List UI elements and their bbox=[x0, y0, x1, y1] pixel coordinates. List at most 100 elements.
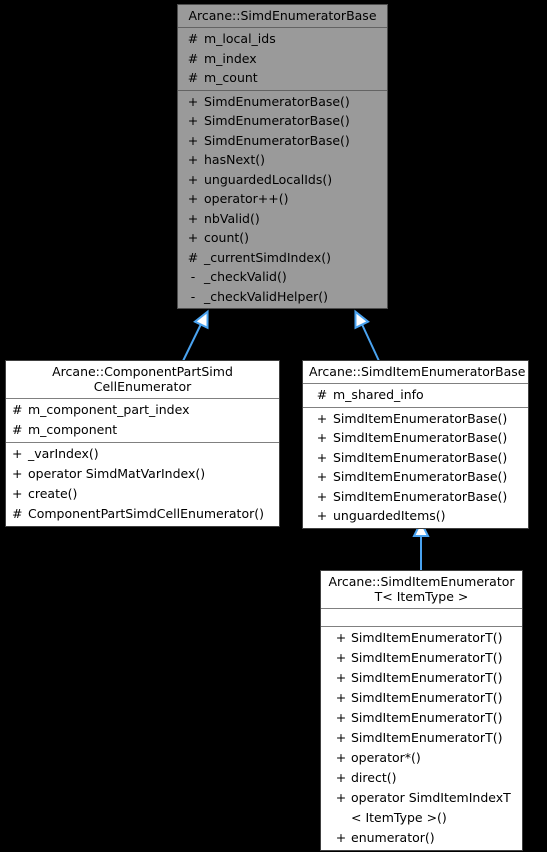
visibility-marker: + bbox=[335, 730, 347, 745]
attribute-name: m_shared_info bbox=[333, 387, 424, 402]
operation-row[interactable]: + operator SimdMatVarIndex() bbox=[6, 464, 279, 484]
visibility-marker: + bbox=[335, 790, 347, 805]
attribute-name: m_index bbox=[204, 50, 257, 66]
operation-row[interactable]: + operator*() bbox=[321, 748, 522, 768]
operation-name: SimdItemEnumeratorBase() bbox=[333, 449, 508, 465]
visibility-marker: + bbox=[335, 750, 347, 765]
visibility-marker: # bbox=[187, 31, 199, 46]
operation-row[interactable]: + SimdItemEnumeratorT() bbox=[321, 648, 522, 668]
operation-row[interactable]: + SimdItemEnumeratorT() bbox=[321, 688, 522, 708]
operation-row[interactable]: - _checkValidHelper() bbox=[178, 287, 387, 307]
operation-row[interactable]: + count() bbox=[178, 228, 387, 248]
operation-row[interactable]: + SimdItemEnumeratorT() bbox=[321, 668, 522, 688]
operation-row[interactable]: + SimdItemEnumeratorBase() bbox=[303, 448, 528, 468]
operation-name: nbValid() bbox=[204, 210, 260, 226]
operation-row[interactable]: + SimdItemEnumeratorBase() bbox=[303, 487, 528, 507]
edge-simditembase-to-base bbox=[354, 309, 380, 362]
visibility-marker: # bbox=[316, 387, 328, 402]
operation-row[interactable]: + enumerator() bbox=[321, 828, 522, 848]
visibility-marker: + bbox=[335, 630, 347, 645]
class-title: Arcane::SimdEnumeratorBase bbox=[188, 8, 377, 23]
operation-row[interactable]: + hasNext() bbox=[178, 150, 387, 170]
visibility-marker: + bbox=[187, 132, 199, 148]
operation-row[interactable]: + SimdEnumeratorBase() bbox=[178, 92, 387, 112]
operation-row[interactable]: + SimdItemEnumeratorT() bbox=[321, 628, 522, 648]
operation-row[interactable]: + SimdItemEnumeratorBase() bbox=[303, 428, 528, 448]
operation-name: SimdEnumeratorBase() bbox=[204, 113, 350, 128]
attribute-name: m_count bbox=[204, 70, 258, 85]
visibility-marker: # bbox=[12, 402, 23, 417]
operation-name: SimdItemEnumeratorBase() bbox=[333, 410, 508, 426]
operation-row[interactable]: + direct() bbox=[321, 768, 522, 788]
class-box-simd-enumerator-base[interactable]: Arcane::SimdEnumeratorBase # m_local_ids… bbox=[177, 4, 388, 309]
visibility-marker: + bbox=[335, 770, 347, 785]
attributes-compartment: # m_component_part_index # m_component bbox=[6, 398, 279, 442]
operation-name: SimdEnumeratorBase() bbox=[204, 93, 350, 109]
operation-row[interactable]: + SimdEnumeratorBase() bbox=[178, 131, 387, 151]
operation-row[interactable]: + nbValid() bbox=[178, 209, 387, 229]
operation-row[interactable]: # ComponentPartSimdCellEnumerator() bbox=[6, 504, 279, 524]
visibility-marker: - bbox=[190, 288, 196, 304]
operation-row[interactable]: + create() bbox=[6, 484, 279, 504]
operations-compartment: + SimdItemEnumeratorBase() + SimdItemEnu… bbox=[303, 406, 528, 528]
operation-row[interactable]: + SimdItemEnumeratorBase() bbox=[303, 467, 528, 487]
attribute-name: m_local_ids bbox=[204, 31, 276, 46]
class-title: Arcane::SimdItemEnumerator T< ItemType > bbox=[328, 574, 515, 604]
operation-row[interactable]: - _checkValid() bbox=[178, 267, 387, 287]
visibility-marker: + bbox=[12, 486, 23, 501]
attributes-compartment: # m_shared_info bbox=[303, 383, 528, 407]
visibility-marker: + bbox=[187, 230, 199, 245]
visibility-marker: + bbox=[316, 449, 328, 465]
attribute-row: # m_index bbox=[178, 49, 387, 69]
operation-name: operator SimdItemIndexT < ItemType >() bbox=[351, 790, 511, 825]
operation-row[interactable]: + SimdItemEnumeratorBase() bbox=[303, 409, 528, 429]
operation-row[interactable]: + SimdItemEnumeratorT() bbox=[321, 708, 522, 728]
visibility-marker: + bbox=[187, 113, 199, 128]
operation-name: SimdItemEnumeratorBase() bbox=[333, 488, 508, 504]
operation-row[interactable]: # _currentSimdIndex() bbox=[178, 248, 387, 268]
visibility-marker: + bbox=[335, 670, 347, 685]
operation-name: operator*() bbox=[351, 750, 421, 765]
visibility-marker: + bbox=[316, 508, 328, 523]
visibility-marker: + bbox=[187, 93, 199, 109]
attributes-compartment: # m_local_ids # m_index # m_count bbox=[178, 27, 387, 90]
visibility-marker: # bbox=[187, 249, 199, 265]
operation-row[interactable]: + operator++() bbox=[178, 189, 387, 209]
operation-row[interactable]: + SimdItemEnumeratorT() bbox=[321, 728, 522, 748]
visibility-marker: + bbox=[12, 466, 23, 481]
attribute-name: m_component bbox=[28, 422, 118, 437]
visibility-marker: + bbox=[316, 410, 328, 426]
visibility-marker: + bbox=[335, 830, 347, 845]
visibility-marker: + bbox=[316, 488, 328, 504]
operation-name: SimdItemEnumeratorT() bbox=[351, 650, 503, 665]
operation-row[interactable]: + unguardedItems() bbox=[303, 506, 528, 526]
operation-name: SimdItemEnumeratorT() bbox=[351, 670, 503, 685]
operation-name: operator SimdMatVarIndex() bbox=[28, 466, 206, 481]
operation-row[interactable]: + _varIndex() bbox=[6, 444, 279, 464]
attributes-compartment bbox=[321, 608, 522, 626]
edge-componentpart-to-base bbox=[182, 309, 209, 362]
operation-row[interactable]: + SimdEnumeratorBase() bbox=[178, 111, 387, 131]
operation-name: SimdItemEnumeratorBase() bbox=[333, 430, 508, 445]
attribute-row: # m_shared_info bbox=[303, 385, 528, 405]
operation-name: SimdItemEnumeratorT() bbox=[351, 630, 503, 645]
attribute-row: # m_count bbox=[178, 68, 387, 88]
operation-name: _checkValid() bbox=[204, 269, 287, 284]
operation-name: unguardedLocalIds() bbox=[204, 171, 333, 187]
operation-name: SimdItemEnumeratorT() bbox=[351, 710, 503, 725]
visibility-marker: + bbox=[335, 710, 347, 725]
visibility-marker: + bbox=[187, 191, 199, 206]
class-box-component-part-simd-cell-enumerator[interactable]: Arcane::ComponentPartSimd CellEnumerator… bbox=[5, 360, 280, 527]
visibility-marker: + bbox=[316, 469, 328, 484]
operation-name: _checkValidHelper() bbox=[204, 288, 329, 304]
visibility-marker: + bbox=[187, 171, 199, 187]
operation-row[interactable]: + unguardedLocalIds() bbox=[178, 170, 387, 190]
visibility-marker: # bbox=[187, 50, 199, 66]
operations-compartment: + _varIndex() + operator SimdMatVarIndex… bbox=[6, 442, 279, 526]
visibility-marker: # bbox=[12, 422, 23, 437]
visibility-marker: - bbox=[190, 269, 196, 284]
class-box-simd-item-enumerator-t[interactable]: Arcane::SimdItemEnumerator T< ItemType >… bbox=[320, 570, 523, 851]
operation-row[interactable]: + operator SimdItemIndexT < ItemType >() bbox=[321, 788, 522, 828]
class-box-simd-item-enumerator-base[interactable]: Arcane::SimdItemEnumeratorBase # m_share… bbox=[302, 360, 529, 529]
attribute-row: # m_component_part_index bbox=[6, 400, 279, 420]
